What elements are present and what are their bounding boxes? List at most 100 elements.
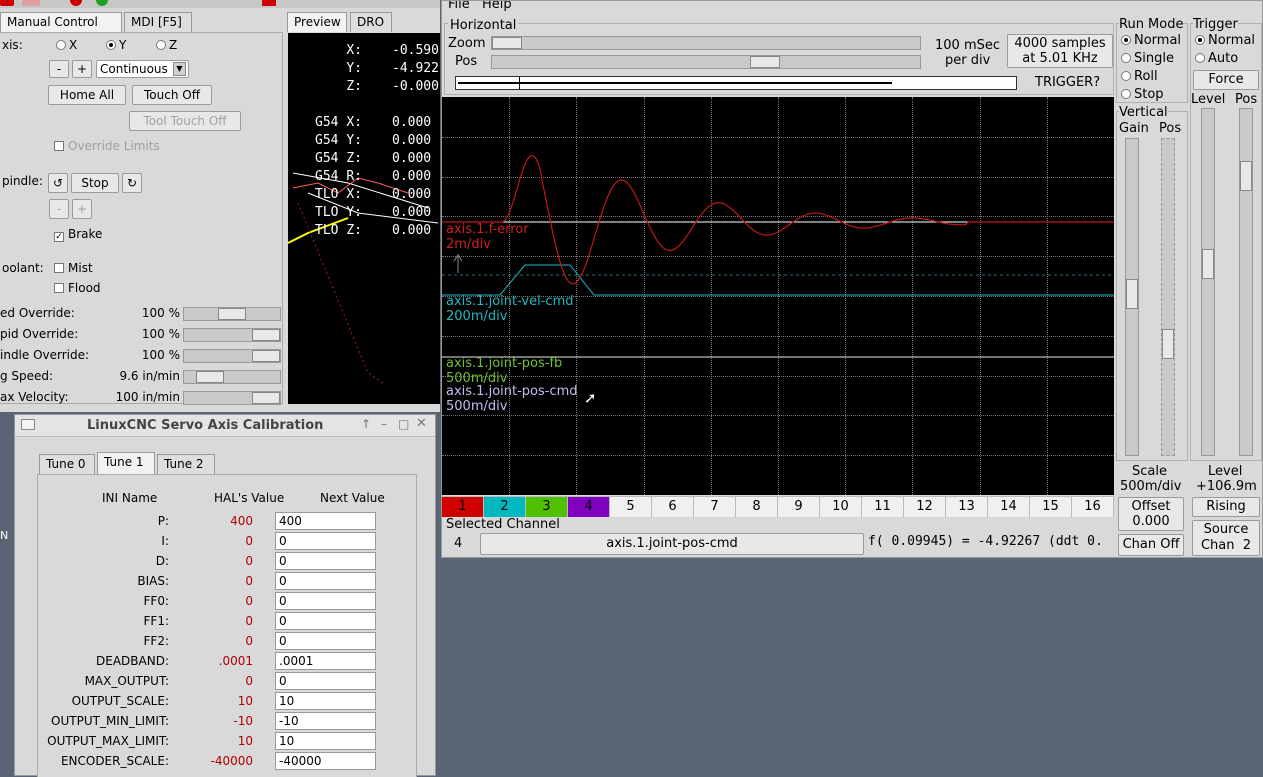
pid-row-next-input[interactable]: 0 xyxy=(275,592,376,610)
zoom-slider-thumb[interactable] xyxy=(492,37,522,49)
vertical-pos-slider[interactable] xyxy=(1161,138,1175,456)
trigger-level-slider[interactable] xyxy=(1201,108,1215,456)
spindle-stop-button[interactable]: Stop xyxy=(71,173,119,193)
spindle-plus-button[interactable]: + xyxy=(72,199,92,219)
tab-preview[interactable]: Preview xyxy=(287,12,347,32)
preview-canvas[interactable]: X: -0.590 Y: -4.922 Z: -0.000 G54 X: 0.000 G54 Y… xyxy=(288,33,440,404)
run-icon[interactable] xyxy=(96,0,108,6)
tab-manual-control[interactable]: Manual Control [F3] xyxy=(0,12,122,48)
override-slider[interactable] xyxy=(183,391,281,405)
tab-mdi[interactable]: MDI [F5] xyxy=(124,12,192,32)
view-icon[interactable] xyxy=(262,0,276,6)
power-icon[interactable] xyxy=(22,0,40,6)
pid-row-next-input[interactable]: 0 xyxy=(275,572,376,590)
gain-slider-thumb[interactable] xyxy=(1126,279,1138,309)
override-slider-thumb[interactable] xyxy=(252,329,280,341)
pid-row-next-input[interactable]: 0 xyxy=(275,552,376,570)
override-slider[interactable] xyxy=(183,370,281,384)
axis-radio-x[interactable]: X xyxy=(56,38,77,52)
pid-row-next-input[interactable]: .0001 xyxy=(275,652,376,670)
override-slider[interactable] xyxy=(183,307,281,321)
trigger-level-slider-thumb[interactable] xyxy=(1202,249,1214,279)
run-mode-radio-single[interactable]: Single xyxy=(1121,51,1174,66)
run-mode-radio-stop[interactable]: Stop xyxy=(1121,87,1164,102)
menu-file[interactable]: File xyxy=(448,1,470,12)
tool-touch-off-button[interactable]: Tool Touch Off xyxy=(129,111,241,131)
pid-row-next-input[interactable]: -10 xyxy=(275,712,376,730)
selected-channel-name-button[interactable]: axis.1.joint-pos-cmd xyxy=(480,533,864,555)
pid-row-next-input[interactable]: 0 xyxy=(275,672,376,690)
trigger-mode-radio-auto[interactable]: Auto xyxy=(1195,51,1238,66)
chan-off-button[interactable]: Chan Off xyxy=(1118,534,1184,556)
close-icon[interactable]: ✕ xyxy=(416,416,427,431)
override-slider[interactable] xyxy=(183,349,281,363)
jog-minus-button[interactable]: - xyxy=(49,60,69,78)
minimize-icon[interactable]: – xyxy=(381,417,387,431)
channel-button-13[interactable]: 13 xyxy=(946,497,988,517)
trigger-mode-radio-normal[interactable]: Normal xyxy=(1195,33,1255,48)
axis-radio-z[interactable]: Z xyxy=(156,38,177,52)
zoom-slider[interactable] xyxy=(491,36,921,50)
run-mode-radio-normal[interactable]: Normal xyxy=(1121,33,1181,48)
trigger-pos-slider-thumb[interactable] xyxy=(1240,161,1252,191)
pid-row-next-input[interactable]: 10 xyxy=(275,732,376,750)
jog-mode-select[interactable]: Continuous ▼ xyxy=(96,60,189,78)
axis-radio-y[interactable]: Y xyxy=(106,38,126,52)
channel-button-8[interactable]: 8 xyxy=(736,497,778,517)
pid-row-next-input[interactable]: -40000 xyxy=(275,752,376,770)
home-all-button[interactable]: Home All xyxy=(48,85,126,105)
channel-button-14[interactable]: 14 xyxy=(988,497,1030,517)
channel-button-11[interactable]: 11 xyxy=(862,497,904,517)
spindle-forward-icon[interactable]: ↻ xyxy=(122,173,142,193)
channel-button-10[interactable]: 10 xyxy=(820,497,862,517)
scope-display[interactable]: axis.1.f-error 2m/div axis.1.joint-vel-c… xyxy=(442,97,1114,495)
pid-row-next-input[interactable]: 10 xyxy=(275,692,376,710)
source-button[interactable]: Source Chan 2 xyxy=(1192,520,1260,556)
channel-button-12[interactable]: 12 xyxy=(904,497,946,517)
pid-row-next-input[interactable]: 0 xyxy=(275,632,376,650)
override-slider-thumb[interactable] xyxy=(196,371,224,383)
pid-row-next-input[interactable]: 0 xyxy=(275,532,376,550)
open-icon[interactable] xyxy=(70,0,82,6)
channel-button-15[interactable]: 15 xyxy=(1030,497,1072,517)
channel-button-1[interactable]: 1 xyxy=(442,497,484,517)
run-mode-radio-roll[interactable]: Roll xyxy=(1121,69,1158,84)
channel-button-2[interactable]: 2 xyxy=(484,497,526,517)
pid-row-next-input[interactable]: 400 xyxy=(275,512,376,530)
channel-button-16[interactable]: 16 xyxy=(1072,497,1114,517)
tab-tune-0[interactable]: Tune 0 xyxy=(39,454,95,474)
override-slider-thumb[interactable] xyxy=(252,392,280,404)
channel-button-9[interactable]: 9 xyxy=(778,497,820,517)
channel-button-7[interactable]: 7 xyxy=(694,497,736,517)
mist-checkbox[interactable]: Mist xyxy=(54,261,93,275)
channel-button-4[interactable]: 4 xyxy=(568,497,610,517)
channel-button-3[interactable]: 3 xyxy=(526,497,568,517)
channel-button-5[interactable]: 5 xyxy=(610,497,652,517)
offset-button[interactable]: Offset 0.000 xyxy=(1118,497,1184,531)
jog-plus-button[interactable]: + xyxy=(72,60,92,78)
maximize-icon[interactable]: □ xyxy=(398,417,409,431)
estop-icon[interactable] xyxy=(0,0,14,6)
flood-checkbox[interactable]: Flood xyxy=(54,281,101,295)
tab-tune-2[interactable]: Tune 2 xyxy=(157,454,215,474)
tab-tune-1[interactable]: Tune 1 xyxy=(97,452,155,474)
vertical-pos-slider-thumb[interactable] xyxy=(1162,329,1174,359)
override-slider[interactable] xyxy=(183,328,281,342)
override-slider-thumb[interactable] xyxy=(252,350,280,362)
touch-off-button[interactable]: Touch Off xyxy=(132,85,212,105)
samples-button[interactable]: 4000 samples at 5.01 KHz xyxy=(1007,34,1113,68)
spindle-reverse-icon[interactable]: ↺ xyxy=(48,173,68,193)
pid-row-next-input[interactable]: 0 xyxy=(275,612,376,630)
force-button[interactable]: Force xyxy=(1193,70,1259,90)
spindle-minus-button[interactable]: - xyxy=(49,199,69,219)
gain-slider[interactable] xyxy=(1125,138,1139,456)
override-limits-checkbox[interactable]: Override Limits xyxy=(54,139,160,153)
override-slider-thumb[interactable] xyxy=(218,308,246,320)
window-menu-icon[interactable] xyxy=(21,419,35,430)
window-up-icon[interactable]: ↑ xyxy=(361,417,371,431)
pos-slider[interactable] xyxy=(491,55,921,69)
rising-button[interactable]: Rising xyxy=(1192,497,1260,517)
brake-checkbox[interactable]: ✓ Brake xyxy=(54,227,102,242)
channel-button-6[interactable]: 6 xyxy=(652,497,694,517)
tab-dro[interactable]: DRO xyxy=(350,12,392,32)
